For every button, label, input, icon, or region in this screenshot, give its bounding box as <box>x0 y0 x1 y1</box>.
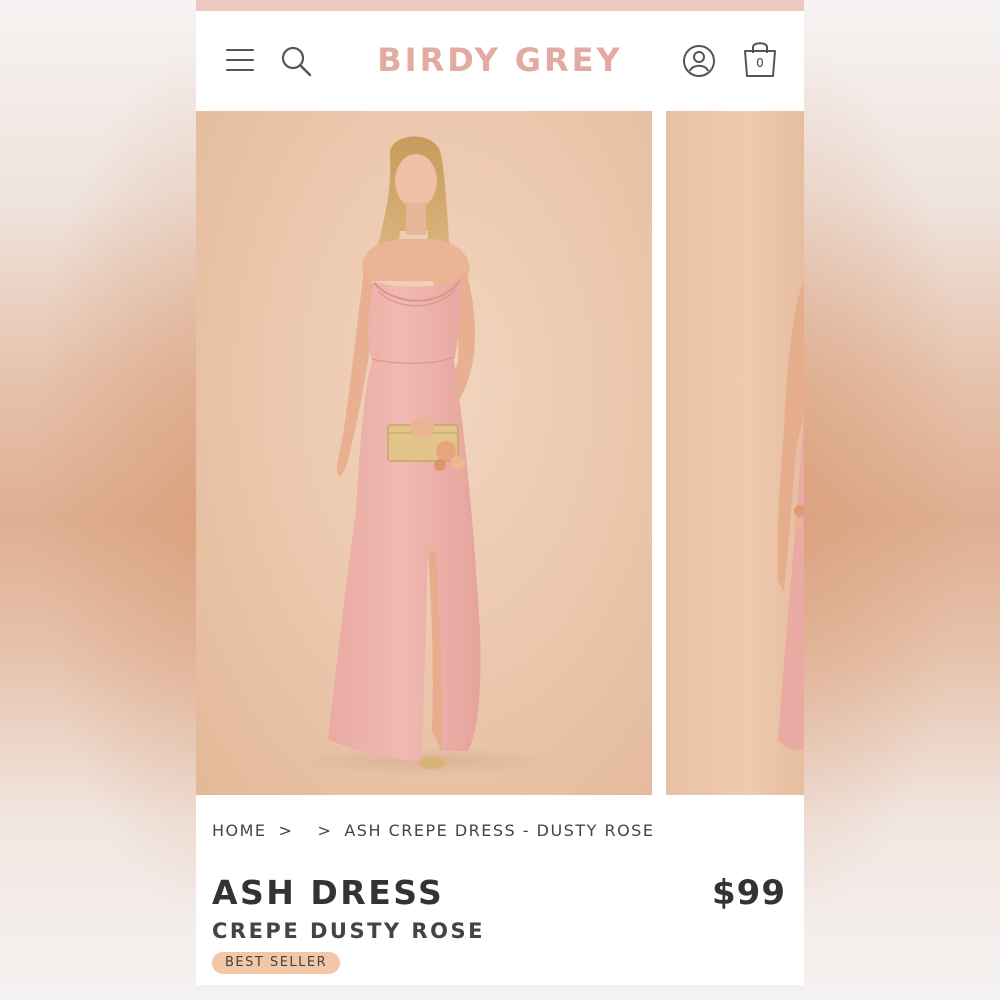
product-image-main[interactable] <box>196 111 652 795</box>
product-image-next[interactable] <box>666 111 804 795</box>
breadcrumb-current: ASH CREPE DRESS - DUSTY ROSE <box>344 821 655 840</box>
product-subtitle: CREPE DUSTY ROSE <box>212 919 485 943</box>
product-title: ASH DRESS <box>212 873 445 912</box>
promo-bar[interactable] <box>196 0 804 11</box>
breadcrumb-separator: > <box>278 821 294 840</box>
breadcrumb-separator: > <box>317 821 333 840</box>
account-icon[interactable] <box>682 44 716 78</box>
blurred-background-left <box>0 0 196 1000</box>
product-gallery[interactable] <box>196 111 804 795</box>
shopping-bag-icon[interactable]: 0 <box>742 39 778 79</box>
product-price: $99 <box>712 873 786 913</box>
product-info: HOME > > ASH CREPE DRESS - DUSTY ROSE ASH D… <box>196 795 804 985</box>
blurred-background-right <box>804 0 1000 1000</box>
breadcrumb: HOME > > ASH CREPE DRESS - DUSTY ROSE <box>212 821 654 840</box>
site-header: BIRDY GREY 0 <box>196 11 804 111</box>
best-seller-badge: BEST SELLER <box>212 952 341 974</box>
cart-count-badge: 0 <box>756 56 764 70</box>
breadcrumb-home[interactable]: HOME <box>212 821 267 840</box>
mobile-page: BIRDY GREY 0 HOME > > ASH CREPE DRESS - … <box>196 0 804 985</box>
